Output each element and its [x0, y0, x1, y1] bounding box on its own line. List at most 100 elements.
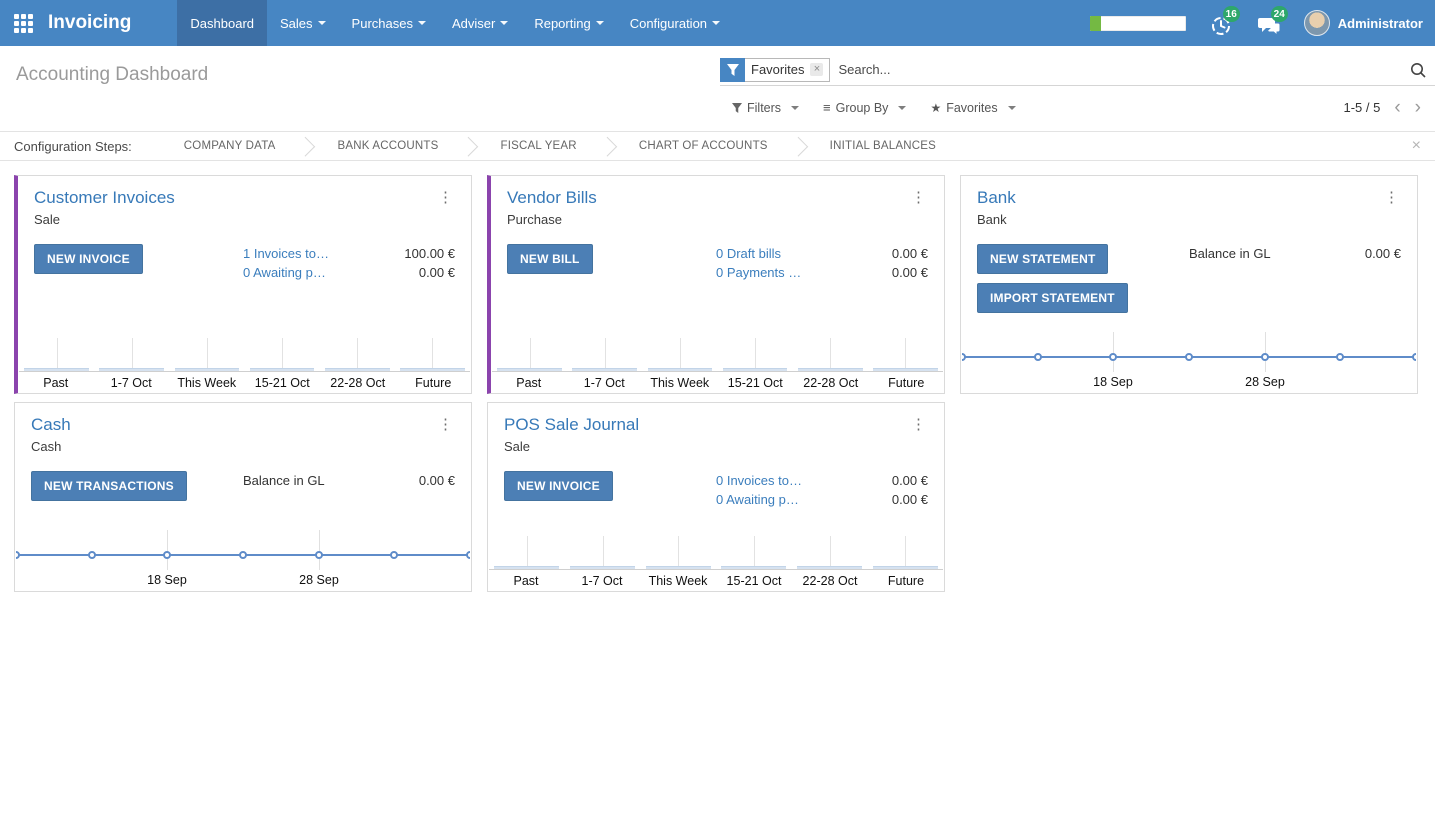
- pager-previous-icon[interactable]: ‹: [1394, 98, 1400, 117]
- filter-funnel-icon: [720, 58, 745, 82]
- balance-label: Balance in GL: [1189, 244, 1271, 263]
- kpi-amount: 100.00 €: [404, 244, 455, 263]
- messages-badge: 24: [1271, 6, 1288, 22]
- card-vendor-bills: Vendor Bills ⋮ Purchase NEW BILL 0 Draft…: [487, 175, 945, 394]
- new-invoice-button[interactable]: NEW INVOICE: [504, 471, 613, 501]
- new-bill-button[interactable]: NEW BILL: [507, 244, 593, 274]
- x-tick-label: 1-7 Oct: [94, 376, 170, 390]
- close-icon[interactable]: ×: [1412, 137, 1421, 155]
- new-invoice-button[interactable]: NEW INVOICE: [34, 244, 143, 274]
- step-bank-accounts[interactable]: BANK ACCOUNTS: [313, 140, 462, 152]
- card-bank: Bank ⋮ Bank NEW STATEMENT IMPORT STATEME…: [960, 175, 1418, 394]
- configuration-steps-bar: Configuration Steps: COMPANY DATA BANK A…: [0, 131, 1435, 161]
- app-brand[interactable]: Invoicing: [46, 0, 145, 46]
- chevron-down-icon: [898, 106, 906, 110]
- kpi-row: 0 Payments … 0.00 €: [716, 263, 928, 282]
- favorites-button[interactable]: ★ Favorites: [918, 97, 1027, 119]
- kebab-menu-icon[interactable]: ⋮: [1378, 186, 1405, 208]
- kebab-menu-icon[interactable]: ⋮: [432, 186, 459, 208]
- card-title[interactable]: Customer Invoices: [34, 188, 175, 208]
- card-line-graph: 18 Sep 28 Sep: [961, 330, 1417, 393]
- card-subtitle: Bank: [977, 212, 1401, 227]
- card-line-graph: 18 Sep 28 Sep: [15, 528, 471, 591]
- facet-remove-icon[interactable]: ×: [810, 63, 823, 76]
- step-initial-balances[interactable]: INITIAL BALANCES: [806, 140, 960, 152]
- user-name: Administrator: [1338, 16, 1423, 31]
- draft-bills-link[interactable]: 0 Draft bills: [716, 244, 781, 263]
- payments-link[interactable]: 0 Payments …: [716, 263, 801, 282]
- config-steps-label: Configuration Steps:: [14, 139, 132, 154]
- menu-configuration[interactable]: Configuration: [617, 0, 733, 46]
- card-title[interactable]: Cash: [31, 415, 71, 435]
- x-tick-label: Past: [18, 376, 94, 390]
- main-menu: Dashboard Sales Purchases Adviser Report…: [177, 0, 733, 46]
- menu-dashboard[interactable]: Dashboard: [177, 0, 267, 46]
- kpi-row: 0 Awaiting p… 0.00 €: [243, 263, 455, 282]
- awaiting-payments-link[interactable]: 0 Awaiting p…: [716, 490, 799, 509]
- grid-icon: [14, 14, 33, 33]
- card-customer-invoices: Customer Invoices ⋮ Sale NEW INVOICE 1 I…: [14, 175, 472, 394]
- import-statement-button[interactable]: IMPORT STATEMENT: [977, 283, 1128, 313]
- x-tick-label: 15-21 Oct: [245, 376, 321, 390]
- menu-reporting[interactable]: Reporting: [521, 0, 616, 46]
- control-panel: Accounting Dashboard Favorites × Search.…: [0, 46, 1435, 131]
- x-tick-label: This Week: [642, 376, 718, 390]
- activity-timer-icon[interactable]: 16: [1208, 10, 1234, 36]
- x-tick-label: Future: [396, 376, 472, 390]
- messages-icon[interactable]: 24: [1256, 10, 1282, 36]
- card-cash: Cash ⋮ Cash NEW TRANSACTIONS Balance in …: [14, 402, 472, 592]
- kpi-amount: 0.00 €: [419, 263, 455, 282]
- awaiting-payments-link[interactable]: 0 Awaiting p…: [243, 263, 326, 282]
- menu-sales[interactable]: Sales: [267, 0, 339, 46]
- chevron-down-icon: [318, 21, 326, 25]
- x-tick-label: 28 Sep: [1245, 375, 1285, 389]
- pager-value[interactable]: 1-5 / 5: [1343, 100, 1380, 115]
- step-chart-of-accounts[interactable]: CHART OF ACCOUNTS: [615, 140, 792, 152]
- pager-next-icon[interactable]: ›: [1415, 98, 1421, 117]
- kpi-amount: 0.00 €: [1365, 244, 1401, 263]
- kebab-menu-icon[interactable]: ⋮: [432, 413, 459, 435]
- new-transactions-button[interactable]: NEW TRANSACTIONS: [31, 471, 187, 501]
- chevron-down-icon: [500, 21, 508, 25]
- kebab-menu-icon[interactable]: ⋮: [905, 413, 932, 435]
- filters-button[interactable]: Filters: [720, 97, 811, 119]
- search-input[interactable]: Search...: [838, 62, 1409, 77]
- kpi-row: 0 Draft bills 0.00 €: [716, 244, 928, 263]
- step-company-data[interactable]: COMPANY DATA: [160, 140, 300, 152]
- step-fiscal-year[interactable]: FISCAL YEAR: [476, 140, 600, 152]
- card-title[interactable]: Vendor Bills: [507, 188, 597, 208]
- x-tick-label: 15-21 Oct: [716, 574, 792, 588]
- search-icon[interactable]: [1409, 61, 1427, 79]
- star-icon: ★: [930, 101, 941, 115]
- search-facet-favorites[interactable]: Favorites ×: [720, 58, 830, 82]
- systray: 16 24 Administrator: [1090, 0, 1435, 46]
- menu-adviser[interactable]: Adviser: [439, 0, 521, 46]
- apps-menu-icon[interactable]: [0, 0, 46, 46]
- new-statement-button[interactable]: NEW STATEMENT: [977, 244, 1108, 274]
- group-by-button[interactable]: ≡ Group By: [811, 96, 918, 119]
- user-menu[interactable]: Administrator: [1304, 10, 1423, 36]
- kpi-amount: 0.00 €: [419, 471, 455, 490]
- pager: 1-5 / 5 ‹ ›: [1343, 98, 1435, 117]
- x-tick-label: 22-28 Oct: [793, 376, 869, 390]
- kpi-row: Balance in GL 0.00 €: [1189, 244, 1401, 263]
- chevron-down-icon: [418, 21, 426, 25]
- x-tick-label: Future: [868, 574, 944, 588]
- kpi-amount: 0.00 €: [892, 244, 928, 263]
- x-tick-label: This Week: [640, 574, 716, 588]
- balance-label: Balance in GL: [243, 471, 325, 490]
- chevron-down-icon: [1008, 106, 1016, 110]
- invoices-to-validate-link[interactable]: 0 Invoices to…: [716, 471, 802, 490]
- card-title[interactable]: POS Sale Journal: [504, 415, 639, 435]
- kebab-menu-icon[interactable]: ⋮: [905, 186, 932, 208]
- x-tick-label: 18 Sep: [1093, 375, 1133, 389]
- search-bar[interactable]: Favorites × Search...: [720, 54, 1435, 86]
- x-tick-label: 1-7 Oct: [564, 574, 640, 588]
- progress-gauge[interactable]: [1090, 16, 1186, 31]
- menu-purchases[interactable]: Purchases: [339, 0, 439, 46]
- invoices-to-validate-link[interactable]: 1 Invoices to…: [243, 244, 329, 263]
- card-title[interactable]: Bank: [977, 188, 1016, 208]
- search-options-row: Filters ≡ Group By ★ Favorites 1-5 / 5 ‹…: [720, 96, 1435, 119]
- x-tick-label: 15-21 Oct: [718, 376, 794, 390]
- card-subtitle: Sale: [34, 212, 455, 227]
